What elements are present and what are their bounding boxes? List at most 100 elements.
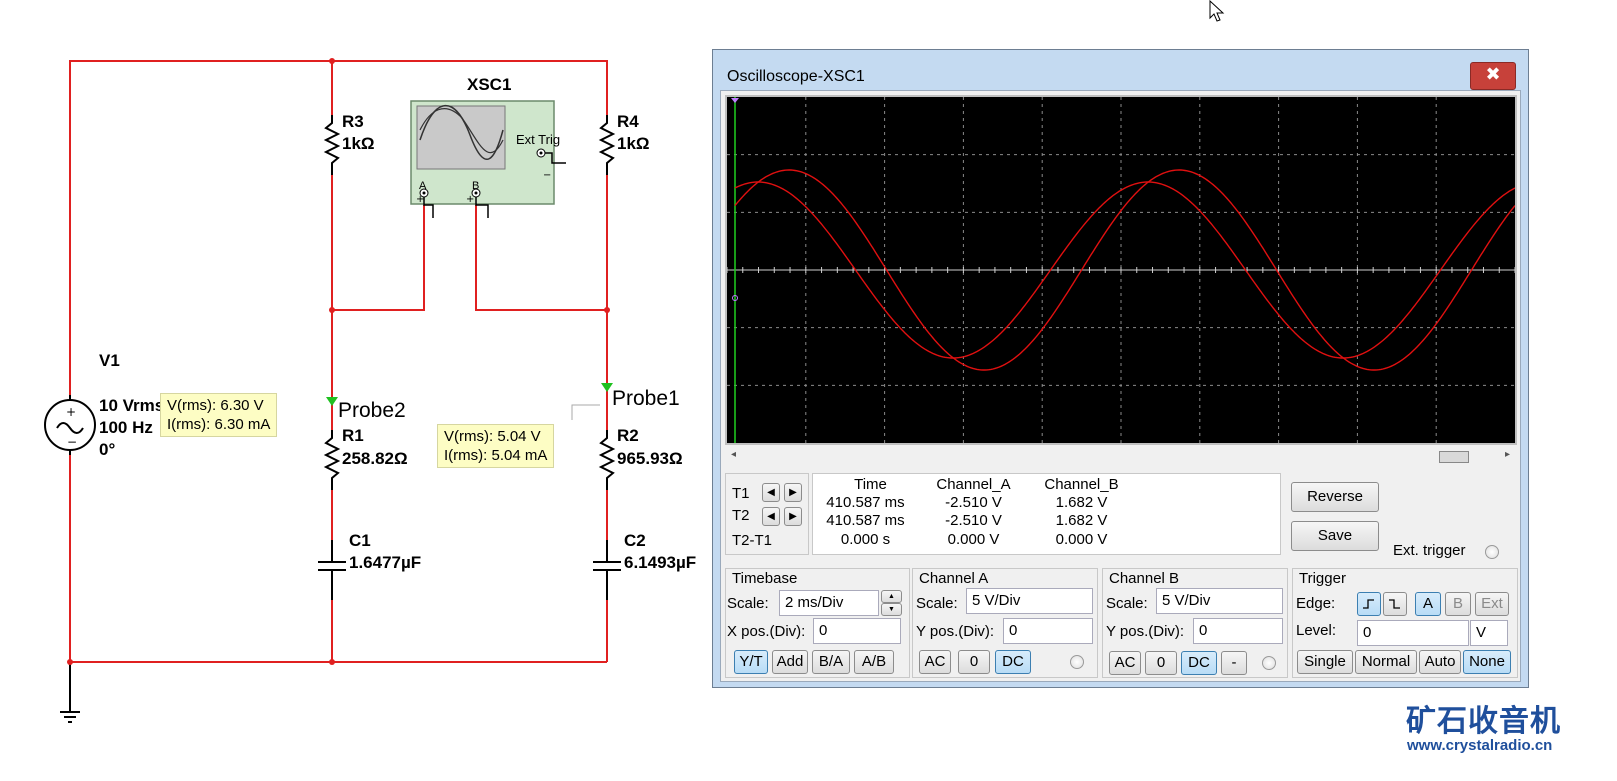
falling-edge-icon[interactable] <box>1383 592 1407 616</box>
r4-value: 1kΩ <box>617 134 650 153</box>
level-unit-select[interactable]: V <box>1470 620 1508 646</box>
readout-table: Time Channel_A Channel_B 410.587 ms -2.5… <box>812 473 1281 555</box>
delta-channel-a: 0.000 V <box>947 531 1000 548</box>
svg-text:+: + <box>416 194 424 205</box>
none-button[interactable]: None <box>1463 650 1511 674</box>
channel-b-scale-label: Scale: <box>1106 595 1148 612</box>
channel-b-minus-button[interactable]: - <box>1221 651 1247 675</box>
reverse-button[interactable]: Reverse <box>1291 482 1379 512</box>
t2-channel-a: -2.510 V <box>945 512 1002 529</box>
scroll-thumb[interactable] <box>1439 451 1469 463</box>
r3-value: 1kΩ <box>342 134 375 153</box>
single-button[interactable]: Single <box>1297 650 1353 674</box>
svg-text:+: + <box>66 405 76 419</box>
trigger-title: Trigger <box>1299 570 1346 587</box>
t1-time: 410.587 ms <box>826 494 905 511</box>
circuit-schematic: + − V1 10 Vrms 100 Hz 0° R3 1kΩ R4 1kΩ R… <box>44 58 696 723</box>
channel-a-ypos-input[interactable]: 0 <box>1003 618 1093 644</box>
scroll-right-icon[interactable]: ▸ <box>1505 449 1510 460</box>
channel-a-terminal[interactable] <box>1070 655 1084 669</box>
r4-name: R4 <box>617 112 639 131</box>
ext-trigger-label: Ext. trigger <box>1393 542 1466 559</box>
probe2-icon[interactable] <box>326 397 338 406</box>
t1-left-button[interactable]: ◀ <box>762 483 780 502</box>
trigger-source-ext-button[interactable]: Ext <box>1475 592 1509 616</box>
channel-b-zero-button[interactable]: 0 <box>1145 651 1177 675</box>
v1-frequency: 100 Hz <box>99 418 153 437</box>
timebase-panel: Timebase Scale: 2 ms/Div ▲ ▼ X pos.(Div)… <box>725 568 910 678</box>
timebase-scale-input[interactable]: 2 ms/Div <box>779 590 879 616</box>
trigger-source-b-button[interactable]: B <box>1445 592 1471 616</box>
oscilloscope-instrument-icon[interactable]: + + − <box>410 100 566 218</box>
channel-a-zero-button[interactable]: 0 <box>958 650 990 674</box>
xsc1-b-label: B <box>472 180 479 192</box>
trigger-panel: Trigger Edge: A B Ext Level: 0 V Single … <box>1292 568 1518 678</box>
t2-t1-label: T2-T1 <box>732 532 773 549</box>
readout-header-a: Channel_A <box>936 476 1011 493</box>
r2-resistor-icon <box>598 430 616 490</box>
normal-button[interactable]: Normal <box>1355 650 1417 674</box>
c2-name: C2 <box>624 531 646 550</box>
t2-left-button[interactable]: ◀ <box>762 507 780 526</box>
save-button[interactable]: Save <box>1291 521 1379 551</box>
channel-a-ac-button[interactable]: AC <box>919 650 951 674</box>
r2-name: R2 <box>617 426 639 445</box>
yt-mode-button[interactable]: Y/T <box>734 650 768 674</box>
t1-label: T1 <box>732 485 750 502</box>
timebase-scale-down-button[interactable]: ▼ <box>881 603 902 616</box>
v1-phase: 0° <box>99 440 115 459</box>
xsc1-a-label: A <box>419 180 427 192</box>
add-mode-button[interactable]: Add <box>772 650 808 674</box>
probe1-label: Probe1 <box>612 387 680 410</box>
xpos-input[interactable]: 0 <box>813 618 901 644</box>
channel-b-title: Channel B <box>1109 570 1180 587</box>
probe2-vrms: V(rms): 6.30 V <box>167 397 264 414</box>
r3-name: R3 <box>342 112 364 131</box>
channel-b-terminal[interactable] <box>1262 656 1276 670</box>
channel-b-ypos-input[interactable]: 0 <box>1193 618 1283 644</box>
ext-trigger-terminal[interactable] <box>1485 545 1499 559</box>
close-button[interactable]: ✖ <box>1470 62 1516 90</box>
svg-text:−: − <box>67 435 77 449</box>
c1-capacitor-icon <box>318 540 346 600</box>
cursor-selector: T1 ◀ ▶ T2 ◀ ▶ T2-T1 <box>725 473 809 555</box>
watermark-url: www.crystalradio.cn <box>1407 737 1553 754</box>
delta-channel-b: 0.000 V <box>1055 531 1108 548</box>
r3-resistor-icon <box>323 115 341 175</box>
c1-value: 1.6477µF <box>349 553 421 572</box>
voltage-source-icon[interactable]: + − <box>44 395 96 455</box>
ab-mode-button[interactable]: A/B <box>854 650 894 674</box>
channel-a-scale-input[interactable]: 5 V/Div <box>966 588 1093 614</box>
auto-button[interactable]: Auto <box>1419 650 1461 674</box>
probe2-readout: V(rms): 6.30 V I(rms): 6.30 mA <box>160 393 278 437</box>
t2-right-button[interactable]: ▶ <box>784 507 802 526</box>
channel-b-dc-button[interactable]: DC <box>1181 651 1217 675</box>
ba-mode-button[interactable]: B/A <box>812 650 850 674</box>
timebase-title: Timebase <box>732 570 798 587</box>
channel-a-dc-button[interactable]: DC <box>995 650 1031 674</box>
probe1-irms: I(rms): 5.04 mA <box>444 447 548 464</box>
oscilloscope-body: ◂ ▸ T1 ◀ ▶ T2 ◀ ▶ T2-T1 Time Channel_A C… <box>720 90 1521 682</box>
window-title: Oscilloscope-XSC1 <box>727 68 865 85</box>
horizontal-scrollbar[interactable]: ◂ ▸ <box>725 449 1517 465</box>
timebase-scale-up-button[interactable]: ▲ <box>881 590 902 603</box>
t1-right-button[interactable]: ▶ <box>784 483 802 502</box>
channel-b-scale-input[interactable]: 5 V/Div <box>1156 588 1283 614</box>
probe2-label: Probe2 <box>338 399 406 422</box>
channel-b-ac-button[interactable]: AC <box>1109 651 1141 675</box>
v1-name: V1 <box>99 351 120 370</box>
channel-b-panel: Channel B Scale: 5 V/Div Y pos.(Div): 0 … <box>1102 568 1288 678</box>
r1-resistor-icon <box>323 430 341 490</box>
t1-channel-a: -2.510 V <box>945 494 1002 511</box>
oscilloscope-window: Oscilloscope-XSC1 ✖ ◂ ▸ T1 ◀ ▶ T2 ◀ ▶ T2… <box>712 49 1529 688</box>
rising-edge-icon[interactable] <box>1357 592 1381 616</box>
scope-display[interactable] <box>725 95 1517 445</box>
timebase-scale-label: Scale: <box>727 595 769 612</box>
trigger-source-a-button[interactable]: A <box>1415 592 1441 616</box>
cursor-marker-icon[interactable] <box>731 98 739 103</box>
channel-b-ypos-label: Y pos.(Div): <box>1106 623 1185 640</box>
scroll-left-icon[interactable]: ◂ <box>731 449 736 460</box>
level-input[interactable]: 0 <box>1357 620 1469 646</box>
delta-time: 0.000 s <box>840 531 891 548</box>
t2-label: T2 <box>732 507 750 524</box>
